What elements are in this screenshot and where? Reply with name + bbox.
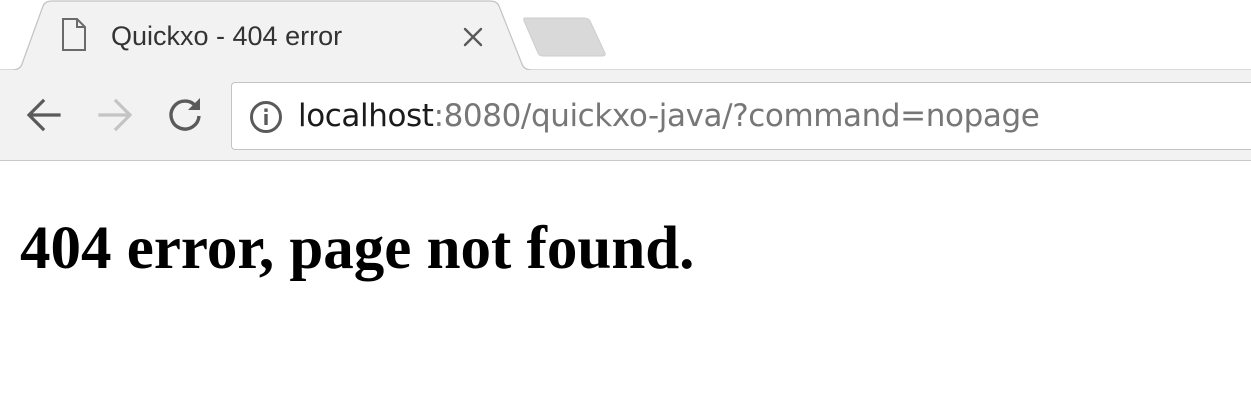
reload-button[interactable]	[162, 92, 208, 138]
page-heading: 404 error, page not found.	[20, 215, 695, 282]
browser-toolbar: localhost:8080/quickxo-java/?command=nop…	[0, 70, 1251, 161]
tab-strip: Quickxo - 404 error	[0, 0, 1251, 71]
info-icon[interactable]	[249, 100, 283, 134]
back-button[interactable]	[21, 92, 67, 138]
page-icon	[62, 18, 86, 51]
address-bar[interactable]: localhost:8080/quickxo-java/?command=nop…	[231, 82, 1251, 150]
tab-title: Quickxo - 404 error	[111, 21, 343, 51]
new-tab-icon	[523, 17, 606, 57]
arrow-left-icon	[26, 98, 61, 132]
page-content: 404 error, page not found.	[0, 161, 1251, 405]
url-path: :8080/quickxo-java/?command=nopage	[433, 98, 1040, 134]
url-text[interactable]: localhost:8080/quickxo-java/?command=nop…	[298, 96, 1040, 136]
close-icon	[463, 27, 483, 47]
tab-close-button[interactable]	[458, 22, 488, 52]
forward-button[interactable]	[92, 92, 138, 138]
url-host: localhost	[298, 98, 434, 134]
new-tab-button[interactable]	[522, 16, 608, 58]
reload-icon	[169, 98, 201, 131]
arrow-right-icon	[98, 98, 133, 132]
